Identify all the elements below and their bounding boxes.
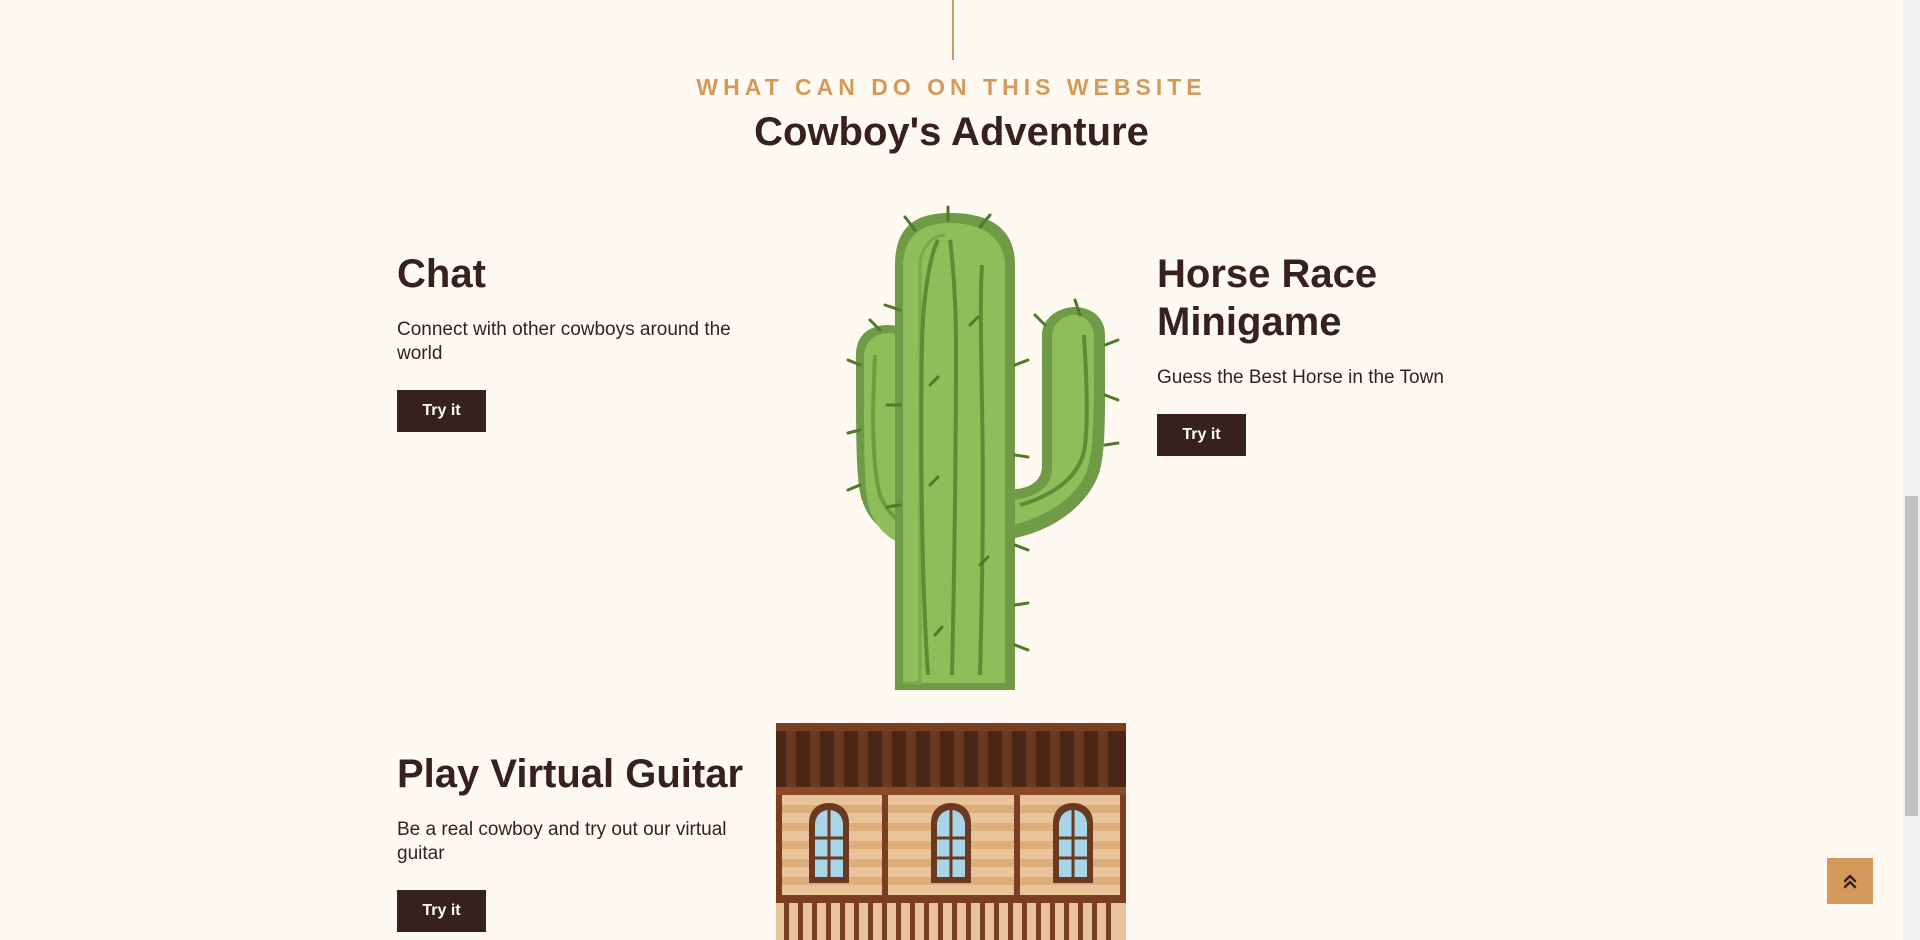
section-eyebrow: WHAT CAN DO ON THIS WEBSITE bbox=[696, 74, 1207, 100]
feature-description: Connect with other cowboys around the wo… bbox=[397, 319, 731, 364]
page-scrollbar[interactable] bbox=[1903, 0, 1920, 940]
page: WHAT CAN DO ON THIS WEBSITE Cowboy's Adv… bbox=[0, 0, 1920, 940]
feature-description: Guess the Best Horse in the Town bbox=[1157, 367, 1444, 388]
chat-try-button[interactable]: Try it bbox=[397, 390, 486, 432]
feature-guitar: Play Virtual Guitar Be a real cowboy and… bbox=[397, 750, 747, 932]
feature-description: Be a real cowboy and try out our virtual… bbox=[397, 819, 727, 864]
scrollbar-thumb[interactable] bbox=[1905, 496, 1918, 816]
saloon-building-illustration bbox=[776, 723, 1126, 940]
feature-title: Play Virtual Guitar bbox=[397, 752, 744, 796]
feature-title: Chat bbox=[397, 252, 486, 296]
cactus-illustration bbox=[846, 205, 1120, 690]
section-divider-line bbox=[952, 0, 954, 60]
section-title: Cowboy's Adventure bbox=[754, 110, 1149, 154]
feature-chat: Chat Connect with other cowboys around t… bbox=[397, 250, 747, 432]
guitar-try-button[interactable]: Try it bbox=[397, 890, 486, 932]
horse-race-try-button[interactable]: Try it bbox=[1157, 414, 1246, 456]
back-to-top-button[interactable] bbox=[1827, 858, 1873, 904]
feature-horse-race: Horse Race Minigame Guess the Best Horse… bbox=[1157, 250, 1507, 456]
feature-title: Horse Race Minigame bbox=[1157, 252, 1378, 344]
double-chevron-up-icon bbox=[1843, 874, 1857, 889]
